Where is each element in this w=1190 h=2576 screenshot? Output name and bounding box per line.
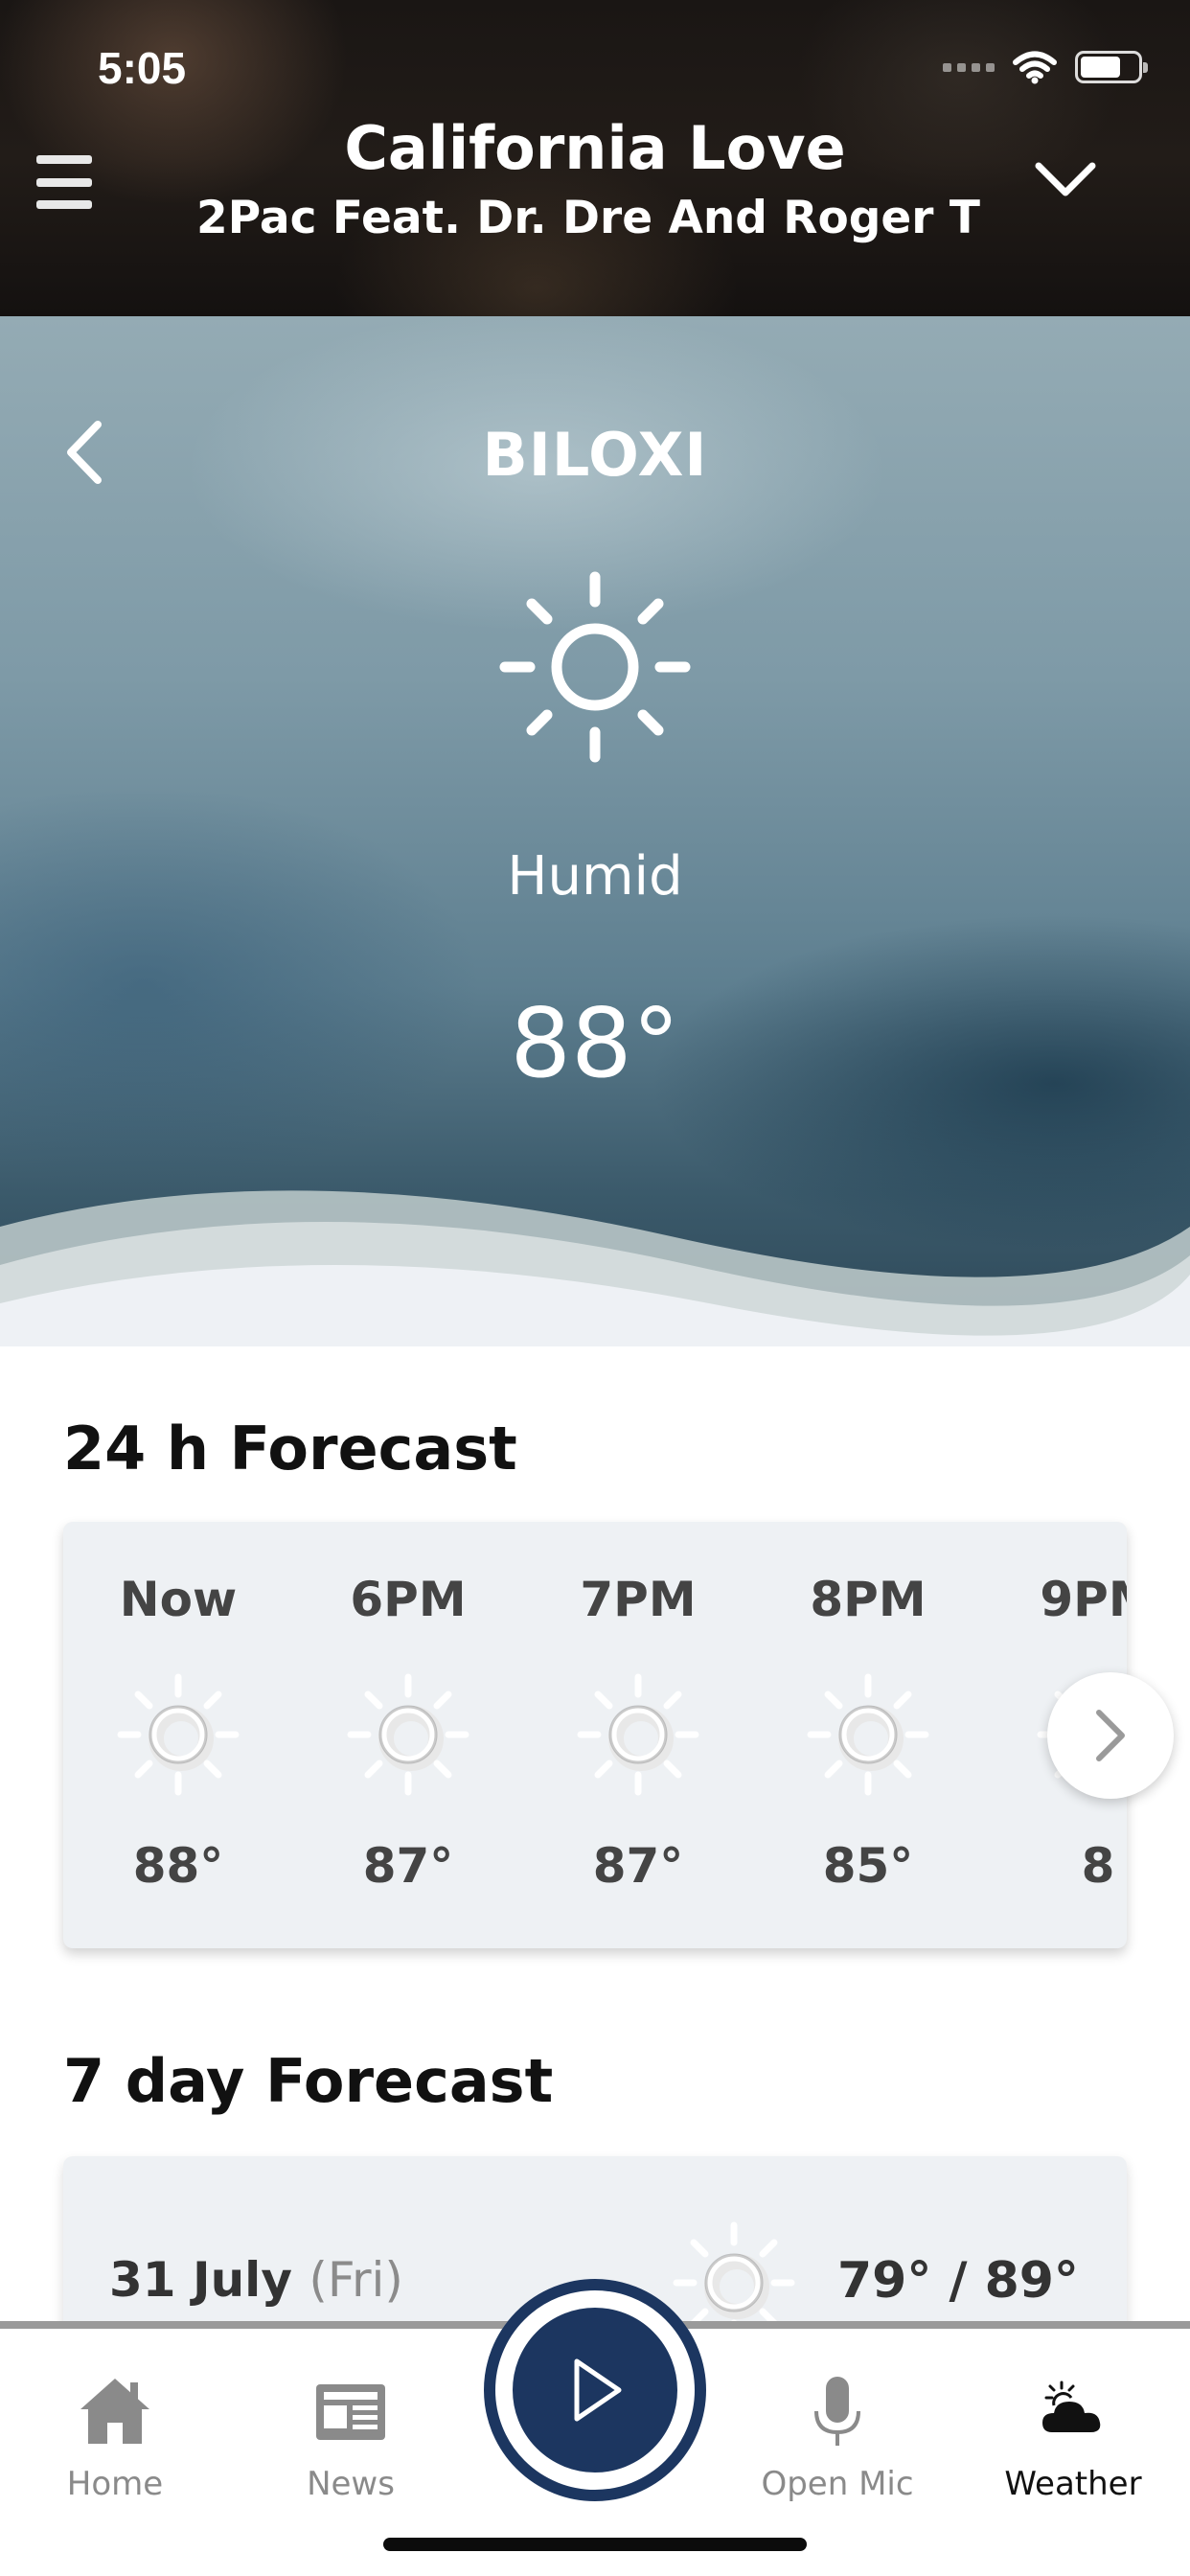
tab-open-mic[interactable]: Open Mic	[742, 2329, 933, 2520]
sun-icon	[347, 1673, 469, 1796]
hourly-forecast-card[interactable]: Now 88° 6PM 87° 7PM 87° 8PM 85° 9P 8	[63, 1522, 1127, 1948]
hour-temperature: 85°	[822, 1838, 914, 1894]
sun-icon	[117, 1673, 240, 1796]
home-icon	[80, 2379, 149, 2444]
day-date-text: 31 July	[109, 2252, 292, 2308]
microphone-icon	[814, 2377, 860, 2446]
hourly-item: Now 88°	[63, 1522, 293, 1948]
cellular-signal-icon	[943, 62, 995, 72]
sun-icon	[807, 1673, 929, 1796]
wifi-icon	[1013, 51, 1057, 84]
hourly-next-button[interactable]	[1047, 1672, 1174, 1799]
play-icon	[574, 2358, 622, 2422]
hourly-item: 7PM 87°	[523, 1522, 753, 1948]
tab-home[interactable]: Home	[19, 2329, 211, 2520]
tab-news[interactable]: News	[255, 2329, 446, 2520]
weather-hero: BILOXI Humid 88°	[0, 316, 1190, 1346]
tab-label: Home	[66, 2465, 164, 2503]
track-title: California Love	[344, 113, 846, 183]
tab-label: Weather	[1004, 2465, 1142, 2503]
hourly-item: 8PM 85°	[753, 1522, 983, 1948]
play-button-ring	[484, 2279, 706, 2501]
sun-icon	[577, 1673, 699, 1796]
chevron-right-icon	[1096, 1710, 1125, 1761]
now-playing-header: 5:05 California Love 2Pac Feat. Dr. Dre …	[0, 0, 1190, 316]
play-button-core	[505, 2300, 685, 2480]
tab-label: News	[307, 2465, 395, 2503]
chevron-down-icon[interactable]	[1033, 158, 1098, 200]
hourly-item: 6PM 87°	[293, 1522, 523, 1948]
hour-temperature: 87°	[592, 1838, 684, 1894]
sun-icon	[499, 571, 691, 763]
current-temperature: 88°	[510, 987, 680, 1099]
newspaper-icon	[316, 2384, 385, 2440]
day-temperature-range: 79° / 89°	[837, 2252, 1079, 2310]
play-button[interactable]	[484, 2279, 706, 2501]
wave-divider	[0, 1190, 1190, 1346]
hour-label: 6PM	[350, 1572, 467, 1627]
hour-label: 7PM	[580, 1572, 697, 1627]
hour-label: 9PM	[1040, 1572, 1127, 1627]
home-indicator	[383, 2538, 807, 2551]
hour-temperature: 88°	[132, 1838, 224, 1894]
tab-label: Open Mic	[761, 2465, 914, 2503]
hourly-forecast-title: 24 h Forecast	[63, 1414, 517, 1484]
hour-label: 8PM	[810, 1572, 927, 1627]
daily-forecast-title: 7 day Forecast	[63, 2046, 554, 2116]
day-of-week: (Fri)	[309, 2252, 403, 2308]
tab-weather[interactable]: Weather	[977, 2329, 1169, 2520]
battery-icon	[1075, 51, 1148, 83]
track-artist: 2Pac Feat. Dr. Dre And Roger T	[196, 192, 980, 244]
city-name: BILOXI	[482, 420, 708, 490]
hour-temperature: 87°	[362, 1838, 454, 1894]
hour-temperature: 8	[1081, 1838, 1115, 1894]
hour-label: Now	[119, 1572, 238, 1627]
day-date: 31 July (Fri)	[109, 2252, 403, 2308]
weather-condition: Humid	[507, 845, 683, 908]
status-icons	[943, 50, 1148, 84]
partly-cloudy-icon	[1042, 2380, 1101, 2432]
status-time: 5:05	[98, 43, 187, 93]
